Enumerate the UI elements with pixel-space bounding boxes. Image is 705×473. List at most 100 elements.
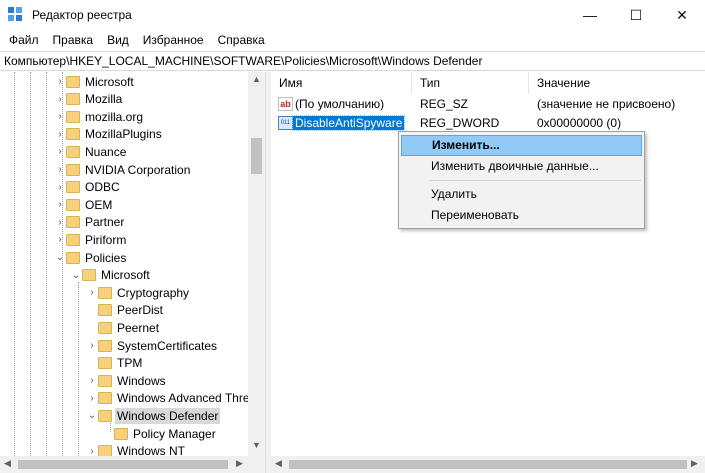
tree-item[interactable]: › MozillaPlugins bbox=[54, 126, 265, 143]
tree-item[interactable]: PeerDist bbox=[86, 302, 265, 319]
expand-chevron-icon[interactable]: › bbox=[54, 199, 66, 210]
collapse-chevron-icon[interactable]: ⌄ bbox=[70, 270, 82, 281]
maximize-button[interactable]: ☐ bbox=[613, 0, 659, 30]
tree-item[interactable]: Policy Manager bbox=[102, 425, 265, 442]
values-horizontal-scrollbar[interactable]: ◀ ▶ bbox=[271, 456, 705, 473]
collapse-chevron-icon[interactable]: ⌄ bbox=[54, 252, 66, 263]
expand-chevron-icon[interactable]: › bbox=[54, 234, 66, 245]
tree-item-label: Policies bbox=[85, 250, 127, 265]
column-value-header[interactable]: Значение bbox=[537, 76, 590, 90]
tree-item-label: Mozilla bbox=[85, 92, 123, 107]
tree-item-label: Windows NT bbox=[117, 444, 186, 456]
folder-icon bbox=[66, 216, 80, 229]
tree-item[interactable]: › Windows Advanced Threat Protection bbox=[86, 390, 265, 407]
tree-item-label: TPM bbox=[117, 356, 143, 371]
expand-chevron-icon[interactable]: › bbox=[86, 393, 98, 404]
folder-icon bbox=[98, 357, 112, 370]
tree-item-label: Microsoft bbox=[85, 74, 134, 89]
scroll-right-arrow-icon[interactable]: ▶ bbox=[236, 458, 243, 469]
column-type-header[interactable]: Тип bbox=[420, 76, 440, 90]
tree-item[interactable]: › OEM bbox=[54, 196, 265, 213]
expand-chevron-icon[interactable]: › bbox=[54, 94, 66, 105]
window-title: Редактор реестра bbox=[32, 8, 132, 22]
folder-icon bbox=[66, 163, 80, 176]
scroll-down-arrow-icon[interactable]: ▼ bbox=[248, 440, 265, 450]
column-name-header[interactable]: Имя bbox=[279, 76, 302, 90]
tree-item[interactable]: › Nuance bbox=[54, 143, 265, 160]
scroll-up-arrow-icon[interactable]: ▲ bbox=[248, 74, 265, 84]
folder-icon bbox=[66, 128, 80, 141]
expand-chevron-icon[interactable]: › bbox=[54, 146, 66, 157]
scroll-right-arrow-icon[interactable]: ▶ bbox=[691, 458, 698, 469]
expand-chevron-icon[interactable]: › bbox=[86, 375, 98, 386]
tree-item[interactable]: › Mozilla bbox=[54, 91, 265, 108]
menu-edit[interactable]: Правка bbox=[46, 33, 101, 47]
menu-separator bbox=[429, 180, 641, 181]
tree-item[interactable]: Peernet bbox=[86, 319, 265, 336]
value-name: (По умолчанию) bbox=[295, 97, 385, 111]
tree-item[interactable]: TPM bbox=[86, 355, 265, 372]
registry-tree: › Microsoft › Mozilla › mozilla.org › MozillaPl… bbox=[0, 72, 265, 456]
expand-chevron-icon[interactable]: › bbox=[86, 446, 98, 456]
tree-item[interactable]: › Partner bbox=[54, 214, 265, 231]
tree-horizontal-scrollbar[interactable]: ◀ ▶ bbox=[0, 456, 265, 473]
expand-chevron-icon[interactable]: › bbox=[54, 76, 66, 87]
tree-item[interactable]: ⌄ Policies bbox=[54, 249, 265, 266]
values-list: Имя Тип Значение ab (По умолчанию) REG_S… bbox=[271, 72, 705, 456]
address-bar[interactable]: Компьютер\HKEY_LOCAL_MACHINE\SOFTWARE\Po… bbox=[0, 51, 705, 71]
values-hscroll-thumb[interactable] bbox=[289, 460, 687, 469]
menu-item-rename[interactable]: Переименовать bbox=[401, 205, 642, 226]
folder-icon bbox=[66, 145, 80, 158]
scroll-left-arrow-icon[interactable]: ◀ bbox=[275, 458, 282, 469]
column-divider[interactable] bbox=[528, 72, 529, 94]
menu-help[interactable]: Справка bbox=[211, 33, 272, 47]
folder-icon bbox=[98, 339, 112, 352]
tree-item[interactable]: › NVIDIA Corporation bbox=[54, 161, 265, 178]
tree-guide-line bbox=[30, 72, 31, 456]
folder-icon bbox=[66, 93, 80, 106]
menu-view[interactable]: Вид bbox=[100, 33, 136, 47]
tree-item[interactable]: ⌄ Microsoft bbox=[70, 267, 265, 284]
folder-icon bbox=[66, 110, 80, 123]
expand-chevron-icon[interactable]: › bbox=[86, 287, 98, 298]
expand-chevron-icon[interactable]: › bbox=[54, 129, 66, 140]
tree-guide-line bbox=[78, 282, 79, 456]
menu-favorites[interactable]: Избранное bbox=[136, 33, 211, 47]
tree-item[interactable]: › Microsoft bbox=[54, 73, 265, 90]
tree-hscroll-thumb[interactable] bbox=[18, 460, 228, 469]
tree-item[interactable]: › SystemCertificates bbox=[86, 337, 265, 354]
menu-file[interactable]: Файл bbox=[2, 33, 46, 47]
tree-item[interactable]: › Windows bbox=[86, 372, 265, 389]
column-divider[interactable] bbox=[411, 72, 412, 94]
tree-vertical-scrollbar[interactable]: ▲ ▼ bbox=[248, 72, 265, 456]
collapse-chevron-icon[interactable]: ⌄ bbox=[86, 410, 98, 421]
expand-chevron-icon[interactable]: › bbox=[86, 340, 98, 351]
menu-item-delete[interactable]: Удалить bbox=[401, 184, 642, 205]
tree-item[interactable]: › Windows NT bbox=[86, 443, 265, 456]
tree-item[interactable]: › Cryptography bbox=[86, 284, 265, 301]
menu-item-modify-binary[interactable]: Изменить двоичные данные... bbox=[401, 156, 642, 177]
expand-chevron-icon[interactable]: › bbox=[54, 182, 66, 193]
tree-item[interactable]: ⌄ Windows Defender bbox=[86, 407, 265, 424]
scroll-left-arrow-icon[interactable]: ◀ bbox=[4, 458, 11, 469]
tree-scroll-thumb[interactable] bbox=[251, 138, 262, 174]
minimize-button[interactable]: — bbox=[567, 0, 613, 30]
tree-item[interactable]: › Piriform bbox=[54, 231, 265, 248]
folder-icon bbox=[98, 321, 112, 334]
folder-icon bbox=[98, 445, 112, 456]
tree-item-label: NVIDIA Corporation bbox=[85, 162, 191, 177]
expand-chevron-icon[interactable]: › bbox=[54, 164, 66, 175]
menu-item-modify[interactable]: Изменить... bbox=[401, 135, 642, 156]
tree-item[interactable]: › ODBC bbox=[54, 179, 265, 196]
close-button[interactable]: ✕ bbox=[659, 0, 705, 30]
folder-icon bbox=[98, 286, 112, 299]
tree-item[interactable]: › mozilla.org bbox=[54, 108, 265, 125]
window-controls: — ☐ ✕ bbox=[567, 0, 705, 30]
expand-chevron-icon[interactable]: › bbox=[54, 111, 66, 122]
tree-item-label: Partner bbox=[85, 215, 125, 230]
value-row-default[interactable]: ab (По умолчанию) REG_SZ (значение не пр… bbox=[271, 96, 705, 114]
value-name: DisableAntiSpyware bbox=[291, 115, 406, 131]
folder-icon bbox=[82, 269, 96, 282]
expand-chevron-icon[interactable]: › bbox=[54, 217, 66, 228]
menu-item-modify-label: Изменить... bbox=[432, 138, 500, 152]
